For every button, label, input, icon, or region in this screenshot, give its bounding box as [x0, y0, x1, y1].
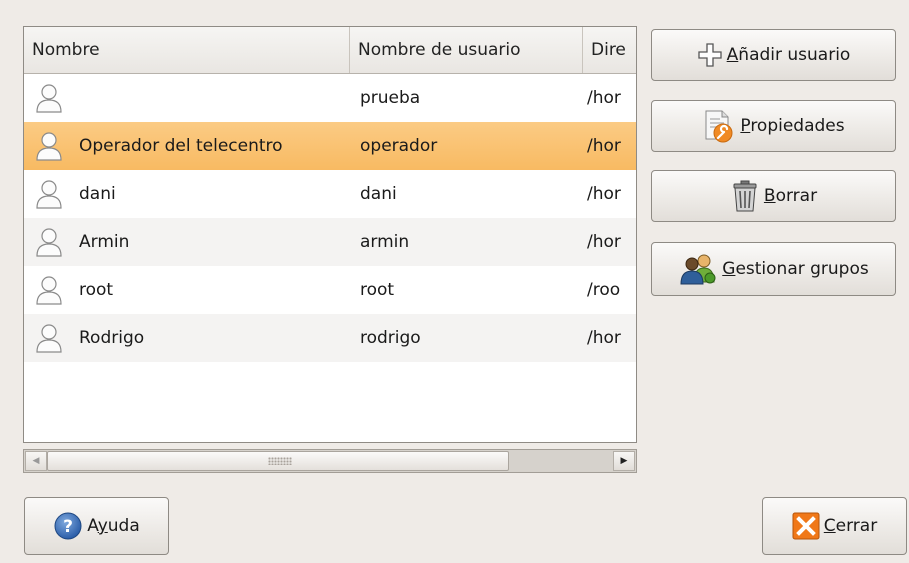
delete-label: Borrar	[763, 186, 818, 206]
user-icon	[34, 122, 68, 170]
column-header-directory[interactable]: Dire	[582, 27, 636, 73]
user-username: root	[360, 280, 395, 300]
user-username: rodrigo	[360, 328, 421, 348]
add-user-button[interactable]: Añadir usuario	[651, 29, 896, 81]
column-header-username[interactable]: Nombre de usuario	[349, 27, 582, 73]
user-icon	[34, 314, 68, 362]
horizontal-scrollbar[interactable]: ◀ ▶	[23, 449, 637, 473]
user-username: operador	[360, 136, 438, 156]
user-icon	[34, 170, 68, 218]
svg-text:?: ?	[63, 517, 73, 537]
table-body: prueba /hor Operador del telecentro oper…	[24, 74, 636, 362]
column-header-name[interactable]: Nombre	[24, 27, 349, 73]
table-row[interactable]: Armin armin /hor	[24, 218, 636, 266]
scrollbar-thumb[interactable]	[47, 451, 509, 471]
properties-label: Propiedades	[740, 116, 845, 136]
user-directory: /hor	[587, 184, 621, 204]
user-directory: /hor	[587, 232, 621, 252]
scroll-right-arrow-icon[interactable]: ▶	[613, 451, 635, 471]
table-row[interactable]: Rodrigo rodrigo /hor	[24, 314, 636, 362]
user-username: prueba	[360, 88, 421, 108]
users-table[interactable]: Nombre Nombre de usuario Dire prueba /ho…	[23, 26, 637, 443]
plus-icon	[697, 42, 723, 68]
user-username: armin	[360, 232, 410, 252]
close-button[interactable]: Cerrar	[762, 497, 907, 555]
table-row-selected[interactable]: Operador del telecentro operador /hor	[24, 122, 636, 170]
add-user-label: Añadir usuario	[726, 45, 851, 65]
user-directory: /hor	[587, 136, 621, 156]
user-directory: /hor	[587, 328, 621, 348]
trash-can-icon	[730, 179, 760, 213]
help-question-icon: ?	[53, 511, 83, 541]
table-row[interactable]: prueba /hor	[24, 74, 636, 122]
user-icon	[34, 218, 68, 266]
user-name	[79, 74, 359, 122]
user-name: Rodrigo	[79, 328, 145, 348]
manage-groups-label: Gestionar grupos	[722, 259, 869, 279]
user-icon	[34, 74, 68, 122]
table-row[interactable]: root root /roo	[24, 266, 636, 314]
user-name: Armin	[79, 232, 130, 252]
properties-button[interactable]: Propiedades	[651, 100, 896, 152]
help-button[interactable]: ? Ayuda	[24, 497, 169, 555]
user-directory: /hor	[587, 88, 621, 108]
table-header: Nombre Nombre de usuario Dire	[24, 27, 636, 74]
user-username: dani	[360, 184, 397, 204]
user-icon	[34, 266, 68, 314]
help-label: Ayuda	[87, 516, 140, 536]
delete-button[interactable]: Borrar	[651, 170, 896, 222]
group-users-icon	[678, 252, 718, 286]
user-name: Operador del telecentro	[79, 136, 283, 156]
close-x-icon	[792, 512, 820, 540]
scrollbar-grip	[268, 457, 292, 465]
manage-groups-button[interactable]: Gestionar grupos	[651, 242, 896, 296]
user-directory: /roo	[587, 280, 621, 300]
scroll-left-arrow-icon[interactable]: ◀	[25, 451, 47, 471]
user-name: root	[79, 280, 114, 300]
properties-wrench-icon	[702, 109, 736, 143]
close-label: Cerrar	[823, 516, 878, 536]
user-name: dani	[79, 184, 116, 204]
table-row[interactable]: dani dani /hor	[24, 170, 636, 218]
